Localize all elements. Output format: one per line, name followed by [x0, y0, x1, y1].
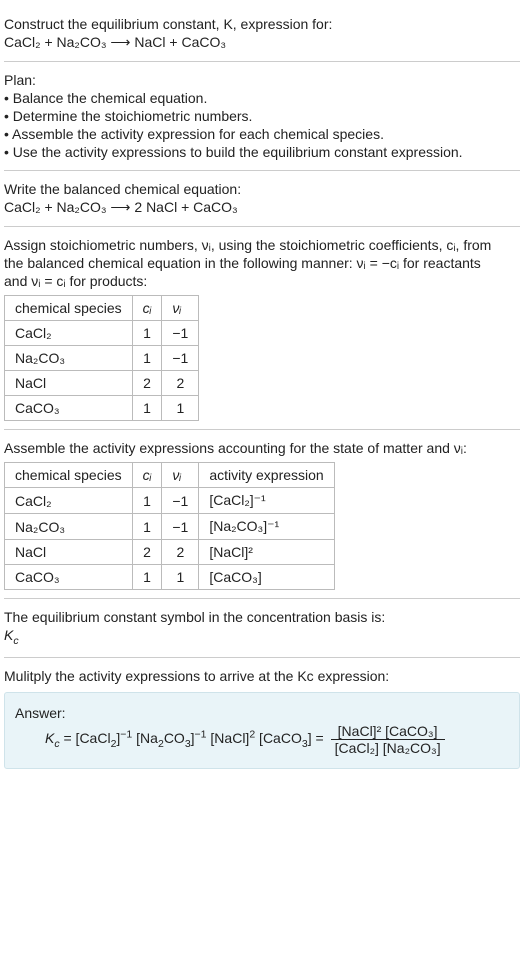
col-activity: activity expression	[199, 463, 334, 488]
table-row: NaCl22	[5, 371, 199, 396]
activity-table: chemical species cᵢ νᵢ activity expressi…	[4, 462, 335, 590]
col-ci: cᵢ	[132, 296, 162, 321]
plan-item-3: • Assemble the activity expression for e…	[4, 126, 520, 142]
col-ci: cᵢ	[132, 463, 162, 488]
plan-item-1: • Balance the chemical equation.	[4, 90, 520, 106]
table-header-row: chemical species cᵢ νᵢ activity expressi…	[5, 463, 335, 488]
col-vi: νᵢ	[162, 296, 199, 321]
balanced-heading: Write the balanced chemical equation:	[4, 181, 520, 197]
table-row: CaCl₂1−1[CaCl₂]⁻¹	[5, 488, 335, 514]
kc-symbol-heading: The equilibrium constant symbol in the c…	[4, 609, 520, 625]
answer-label: Answer:	[15, 705, 509, 721]
kc-symbol: Kc	[4, 627, 520, 647]
stoich-text-2: the balanced chemical equation in the fo…	[4, 255, 520, 271]
table-header-row: chemical species cᵢ νᵢ	[5, 296, 199, 321]
col-species: chemical species	[5, 296, 133, 321]
intro-line-1: Construct the equilibrium constant, K, e…	[4, 16, 520, 32]
balanced-section: Write the balanced chemical equation: Ca…	[4, 171, 520, 227]
plan-item-4: • Use the activity expressions to build …	[4, 144, 520, 160]
intro-equation: CaCl₂ + Na₂CO₃ ⟶ NaCl + CaCO₃	[4, 34, 520, 51]
multiply-heading: Mulitply the activity expressions to arr…	[4, 668, 520, 684]
balanced-equation: CaCl₂ + Na₂CO₃ ⟶ 2 NaCl + CaCO₃	[4, 199, 520, 216]
table-row: CaCO₃11	[5, 396, 199, 421]
table-row: CaCO₃11[CaCO₃]	[5, 565, 335, 590]
intro-section: Construct the equilibrium constant, K, e…	[4, 6, 520, 62]
kc-symbol-section: The equilibrium constant symbol in the c…	[4, 599, 520, 658]
stoich-section: Assign stoichiometric numbers, νᵢ, using…	[4, 227, 520, 430]
answer-denominator: [CaCl₂] [Na₂CO₃]	[331, 740, 445, 756]
activity-section: Assemble the activity expressions accoun…	[4, 430, 520, 599]
multiply-section: Mulitply the activity expressions to arr…	[4, 658, 520, 777]
answer-box: Answer: Kc = [CaCl2]−1 [Na2CO3]−1 [NaCl]…	[4, 692, 520, 769]
stoich-text-3: and νᵢ = cᵢ for products:	[4, 273, 520, 289]
answer-numerator: [NaCl]² [CaCO₃]	[331, 723, 445, 740]
stoich-text-1: Assign stoichiometric numbers, νᵢ, using…	[4, 237, 520, 253]
table-row: CaCl₂1−1	[5, 321, 199, 346]
plan-item-2: • Determine the stoichiometric numbers.	[4, 108, 520, 124]
col-species: chemical species	[5, 463, 133, 488]
activity-heading: Assemble the activity expressions accoun…	[4, 440, 520, 456]
col-vi: νᵢ	[162, 463, 199, 488]
plan-heading: Plan:	[4, 72, 520, 88]
table-row: Na₂CO₃1−1	[5, 346, 199, 371]
table-row: Na₂CO₃1−1[Na₂CO₃]⁻¹	[5, 514, 335, 540]
table-row: NaCl22[NaCl]²	[5, 540, 335, 565]
plan-section: Plan: • Balance the chemical equation. •…	[4, 62, 520, 171]
stoich-table: chemical species cᵢ νᵢ CaCl₂1−1 Na₂CO₃1−…	[4, 295, 199, 421]
answer-expression: Kc = [CaCl2]−1 [Na2CO3]−1 [NaCl]2 [CaCO3…	[15, 723, 509, 756]
